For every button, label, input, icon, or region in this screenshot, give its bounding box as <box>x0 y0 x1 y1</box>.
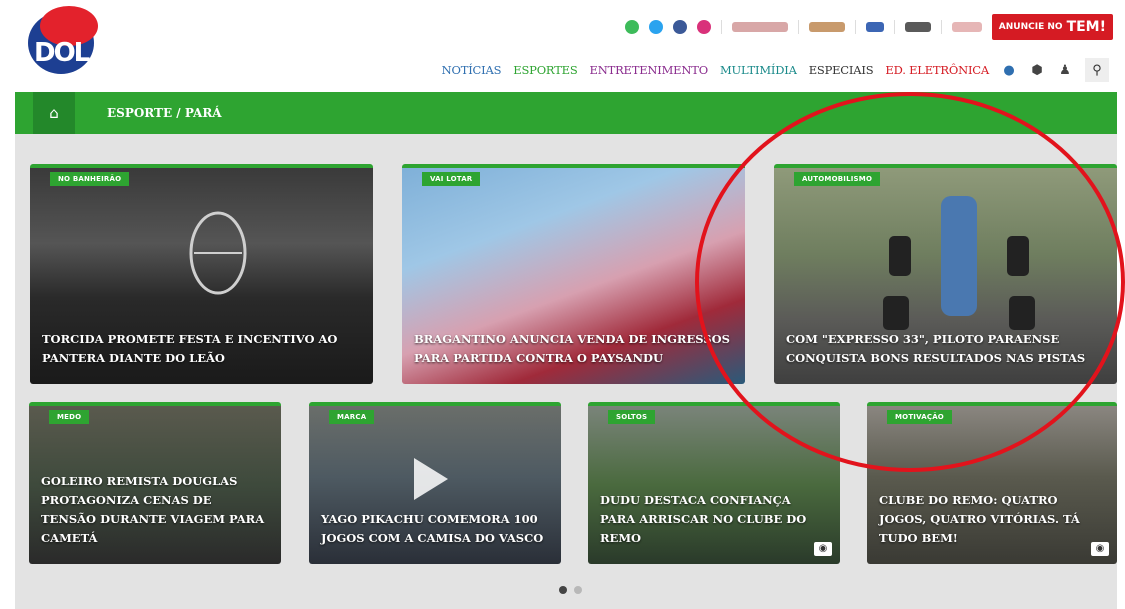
top-links-bar: ANUNCIE NO TEM! <box>624 14 1113 40</box>
main-nav: NOTÍCIAS ESPORTES ENTRETENIMENTO MULTIMÍ… <box>442 58 1109 82</box>
news-card-2[interactable]: MARCA YAGO PIKACHU COMEMORA 100 JOGOS CO… <box>309 402 561 564</box>
category-tag: NO BANHEIRÃO <box>50 172 130 186</box>
category-tag: MEDO <box>49 410 90 424</box>
camera-icon[interactable]: ◉ <box>1091 542 1109 556</box>
logo-text: DOL <box>34 38 90 68</box>
camera-icon[interactable]: ◉ <box>814 542 832 556</box>
instagram-icon[interactable] <box>696 20 711 34</box>
stadium-crowd-image <box>189 211 247 295</box>
headline: COM "EXPRESSO 33", PILOTO PARAENSE CONQU… <box>786 332 1086 365</box>
category-tag: SOLTOS <box>608 410 656 424</box>
whatsapp-icon[interactable] <box>624 20 639 34</box>
featured-card-1[interactable]: NO BANHEIRÃO TORCIDA PROMETE FESTA E INC… <box>30 164 373 384</box>
breadcrumb-bar: ⌂ ESPORTE / PARÁ <box>15 92 1117 134</box>
shield-icon[interactable]: ● <box>1001 62 1017 78</box>
play-icon[interactable] <box>414 458 448 500</box>
nav-item-esportes[interactable]: ESPORTES <box>513 63 577 77</box>
radio-icon[interactable] <box>731 22 788 32</box>
badge-icon[interactable]: ⬢ <box>1029 62 1045 78</box>
category-tag: MOTIVAÇÃO <box>887 410 952 424</box>
home-icon[interactable]: ⌂ <box>33 92 75 134</box>
headline: YAGO PIKACHU COMEMORA 100 JOGOS COM A CA… <box>321 512 544 545</box>
headline: GOLEIRO REMISTA DOUGLAS PROTAGONIZA CENA… <box>41 474 265 545</box>
partner-icon[interactable] <box>951 22 982 32</box>
newspaper-icon[interactable] <box>865 22 884 32</box>
advertise-label: ANUNCIE NO <box>998 22 1063 32</box>
headline: CLUBE DO REMO: QUATRO JOGOS, QUATRO VITÓ… <box>879 493 1080 545</box>
nav-item-entretenimento[interactable]: ENTRETENIMENTO <box>590 63 709 77</box>
news-card-1[interactable]: MEDO GOLEIRO REMISTA DOUGLAS PROTAGONIZA… <box>29 402 281 564</box>
nav-item-ed-eletronica[interactable]: ED. ELETRÔNICA <box>885 63 989 77</box>
news-card-4[interactable]: MOTIVAÇÃO CLUBE DO REMO: QUATRO JOGOS, Q… <box>867 402 1117 564</box>
headline: TORCIDA PROMETE FESTA E INCENTIVO AO PAN… <box>42 332 338 365</box>
tv-icon[interactable] <box>808 22 845 32</box>
search-icon[interactable]: ⚲ <box>1085 58 1109 82</box>
site-header: DOL ANUNCIE NO TEM! NOTÍCIAS ESPORTES EN… <box>0 0 1125 92</box>
news-carousel: NO BANHEIRÃO TORCIDA PROMETE FESTA E INC… <box>15 134 1117 609</box>
facebook-icon[interactable] <box>672 20 687 34</box>
advertise-button[interactable]: ANUNCIE NO TEM! <box>991 14 1113 40</box>
carousel-dot-1[interactable] <box>559 586 567 594</box>
brand-icon[interactable] <box>904 22 931 32</box>
headline: DUDU DESTACA CONFIANÇA PARA ARRISCAR NO … <box>600 493 807 545</box>
featured-card-3[interactable]: AUTOMOBILISMO COM "EXPRESSO 33", PILOTO … <box>774 164 1117 384</box>
dol-logo[interactable]: DOL <box>28 6 102 74</box>
carousel-dot-2[interactable] <box>574 586 582 594</box>
news-card-3[interactable]: SOLTOS DUDU DESTACA CONFIANÇA PARA ARRIS… <box>588 402 840 564</box>
category-tag: AUTOMOBILISMO <box>794 172 881 186</box>
divider <box>940 20 942 34</box>
category-tag: MARCA <box>329 410 375 424</box>
nav-item-noticias[interactable]: NOTÍCIAS <box>442 63 502 77</box>
twitter-icon[interactable] <box>648 20 663 34</box>
carousel-pagination <box>559 586 582 594</box>
race-car-image <box>883 196 1035 330</box>
divider <box>720 20 722 34</box>
divider <box>797 20 799 34</box>
user-icon[interactable]: ♟ <box>1057 62 1073 78</box>
nav-item-multimidia[interactable]: MULTIMÍDIA <box>720 63 797 77</box>
divider <box>854 20 856 34</box>
divider <box>893 20 895 34</box>
featured-card-2[interactable]: VAI LOTAR BRAGANTINO ANUNCIA VENDA DE IN… <box>402 164 745 384</box>
nav-item-especiais[interactable]: ESPECIAIS <box>809 63 874 77</box>
headline: BRAGANTINO ANUNCIA VENDA DE INGRESSOS PA… <box>414 332 730 365</box>
advertise-brand: TEM! <box>1066 19 1106 35</box>
breadcrumb[interactable]: ESPORTE / PARÁ <box>107 92 222 134</box>
category-tag: VAI LOTAR <box>422 172 481 186</box>
